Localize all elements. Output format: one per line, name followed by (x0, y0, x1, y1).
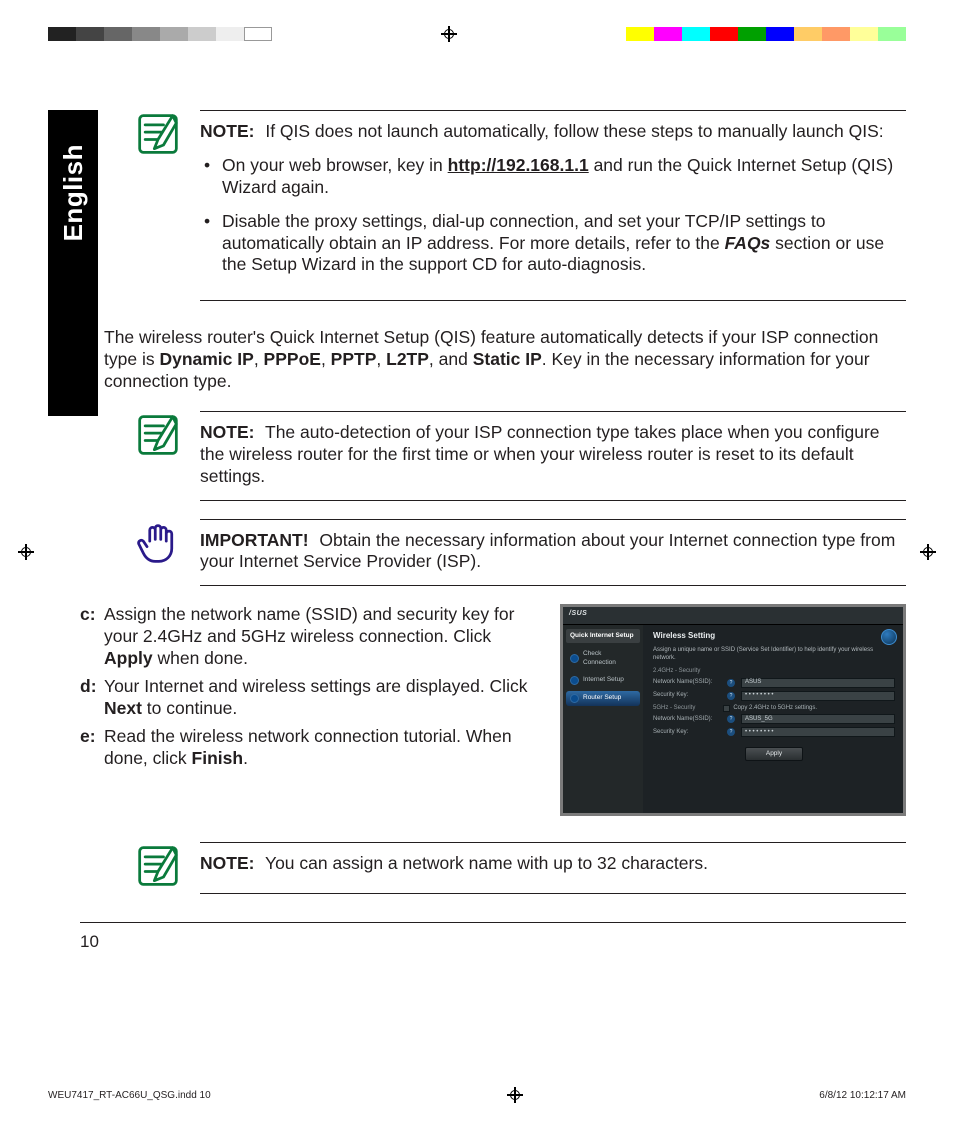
key-5-input[interactable]: • • • • • • • • (741, 727, 895, 737)
field-key-5: Security Key: ? • • • • • • • • (653, 727, 895, 737)
step-body: Your Internet and wireless settings are … (104, 676, 544, 720)
print-registration-bottom: WEU7417_RT-AC66U_QSG.indd 10 6/8/12 10:1… (0, 1085, 954, 1105)
url-text: http://192.168.1.1 (448, 155, 589, 175)
section-24ghz: 2.4GHz - Security (653, 668, 895, 676)
page-content: English NOTE: If QIS does not launch aut… (48, 110, 906, 1063)
sidebar-item-check-connection[interactable]: Check Connection (566, 647, 640, 669)
checkbox-icon (723, 705, 730, 712)
language-tab: English (48, 110, 98, 416)
step-dot-icon (570, 654, 579, 663)
registration-mark-icon (18, 544, 34, 560)
ssid-24-input[interactable]: ASUS (741, 678, 895, 688)
step-marker: c: (80, 604, 104, 670)
registration-mark-icon (441, 26, 457, 42)
step-dot-icon (570, 694, 579, 703)
sidebar-item-router-setup[interactable]: Router Setup (566, 691, 640, 706)
hint-icon[interactable]: ? (727, 715, 735, 723)
step-body: Read the wireless network connection tut… (104, 726, 544, 770)
note-text: You can assign a network name with up to… (265, 853, 708, 873)
registration-mark-icon (507, 1087, 523, 1103)
note-bullet: Disable the proxy settings, dial-up conn… (200, 211, 906, 277)
apply-button[interactable]: Apply (745, 747, 803, 761)
step-body: The wireless router's Quick Internet Set… (104, 327, 906, 393)
router-topbar: /SUS (563, 607, 903, 625)
section-5ghz: 5GHz - Security Copy 2.4GHz to 5GHz sett… (653, 705, 895, 713)
ssid-5-input[interactable]: ASUS_5G (741, 714, 895, 724)
field-ssid-24: Network Name(SSID): ? ASUS (653, 678, 895, 688)
step-e: e: Read the wireless network connection … (80, 726, 544, 770)
note-block: NOTE: If QIS does not launch automatical… (136, 110, 906, 301)
router-logo: /SUS (569, 610, 587, 619)
step-marker: e: (80, 726, 104, 770)
step-d: d: Your Internet and wireless settings a… (80, 676, 544, 720)
registration-mark-icon (920, 544, 936, 560)
field-ssid-5: Network Name(SSID): ? ASUS_5G (653, 714, 895, 724)
sidebar-item-internet-setup[interactable]: Internet Setup (566, 673, 640, 688)
note-label: NOTE: (200, 422, 254, 442)
router-ui-screenshot: /SUS Quick Internet Setup Check Connecti… (560, 604, 906, 816)
hint-icon[interactable]: ? (727, 728, 735, 736)
hint-icon[interactable]: ? (727, 692, 735, 700)
important-block: IMPORTANT! Obtain the necessary informat… (136, 519, 906, 587)
key-24-input[interactable]: • • • • • • • • (741, 691, 895, 701)
note-icon (136, 872, 180, 892)
page-number: 10 (80, 922, 906, 952)
panel-description: Assign a unique name or SSID (Service Se… (653, 647, 895, 662)
sidebar-title: Quick Internet Setup (566, 629, 640, 643)
print-datetime: 6/8/12 10:12:17 AM (819, 1090, 906, 1101)
note-text: NOTE: If QIS does not launch automatical… (200, 121, 884, 141)
note-icon (136, 140, 180, 160)
stop-hand-icon (136, 549, 180, 569)
note-label: NOTE: (200, 121, 254, 141)
step-c: c: Assign the network name (SSID) and se… (80, 604, 544, 670)
note-block: NOTE: The auto-detection of your ISP con… (136, 411, 906, 501)
step-body: Assign the network name (SSID) and secur… (104, 604, 544, 670)
step-dot-icon (570, 676, 579, 685)
panel-heading: Wireless Setting (653, 631, 895, 641)
language-tab-label: English (58, 144, 89, 241)
router-main-panel: Wireless Setting Assign a unique name or… (643, 625, 903, 813)
step-marker: d: (80, 676, 104, 720)
note-bullet: On your web browser, key in http://192.1… (200, 155, 906, 199)
step-b: b: The wireless router's Quick Internet … (80, 327, 906, 393)
print-registration-top (0, 26, 954, 42)
copy-settings-checkbox[interactable]: Copy 2.4GHz to 5GHz settings. (723, 705, 817, 713)
note-label: NOTE: (200, 853, 254, 873)
indd-filename: WEU7417_RT-AC66U_QSG.indd 10 (48, 1090, 211, 1101)
note-block: NOTE: You can assign a network name with… (136, 842, 906, 894)
router-sidebar: Quick Internet Setup Check Connection In… (563, 625, 643, 813)
help-icon[interactable] (881, 629, 897, 645)
note-icon (136, 441, 180, 461)
important-label: IMPORTANT! (200, 530, 309, 550)
note-bullet-list: On your web browser, key in http://192.1… (200, 155, 906, 276)
note-text: The auto-detection of your ISP connectio… (200, 422, 880, 486)
hint-icon[interactable]: ? (727, 679, 735, 687)
field-key-24: Security Key: ? • • • • • • • • (653, 691, 895, 701)
